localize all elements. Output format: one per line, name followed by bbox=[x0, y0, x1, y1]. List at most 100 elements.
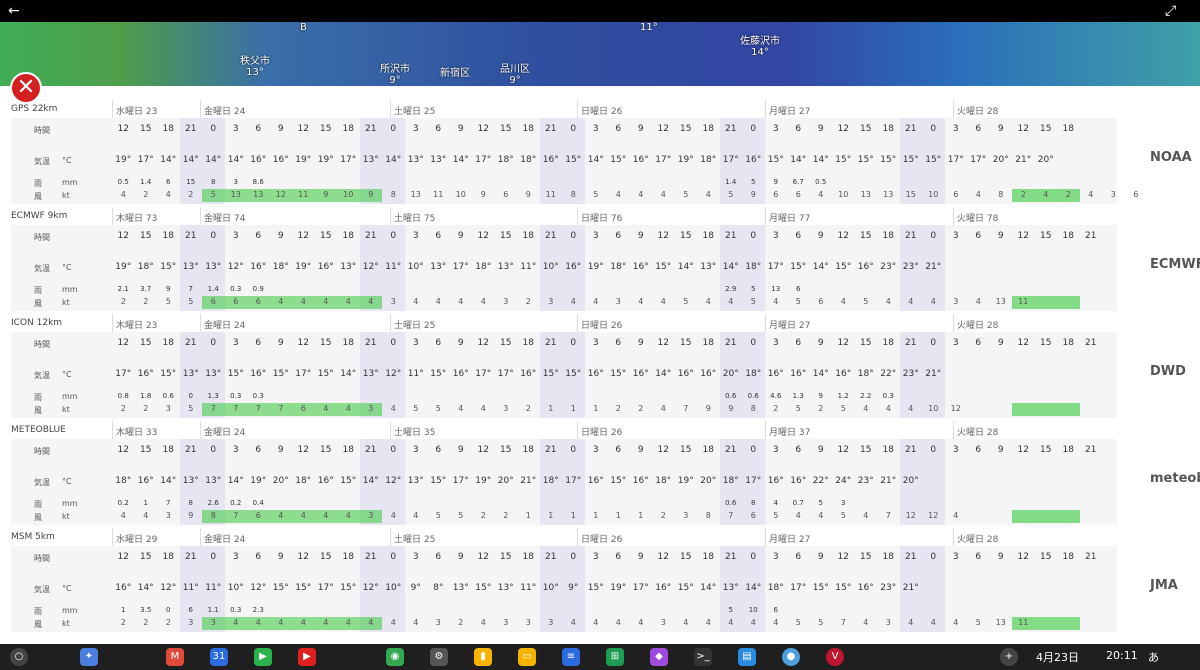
hour-cell: 21 bbox=[905, 231, 917, 241]
hour-cell: 6 bbox=[615, 338, 622, 348]
hour-cell: 3 bbox=[232, 445, 239, 455]
play-store-icon[interactable]: ▶ bbox=[254, 648, 272, 666]
weather-map[interactable]: B 秩父市 13° 所沢市 9° 新宿区 品川区 9° 11° 佐藤沢市 14° bbox=[0, 22, 1200, 86]
wind-speed: 9 bbox=[705, 404, 711, 413]
wind-speed: 4 bbox=[390, 618, 396, 627]
hour-cell: 6 bbox=[255, 231, 262, 241]
rain-amount: 0.2 bbox=[117, 499, 129, 507]
hour-cell: 15 bbox=[860, 445, 872, 455]
row-label-rain-a: 雨 bbox=[34, 607, 42, 616]
rain-amount: 0.6 bbox=[162, 392, 174, 400]
ime-indicator[interactable]: あ bbox=[1148, 649, 1159, 665]
temperature-cell: 19° bbox=[295, 155, 312, 165]
fullscreen-icon[interactable]: ⤢ bbox=[1165, 2, 1176, 20]
forecast-grid[interactable]: 時間 気温 °C 雨 mm 風 kt 12 15 18 21 0 3 6 9 12 15 18 21 0 3 6 9 12 15… bbox=[11, 118, 1138, 204]
calendar-icon[interactable]: 31 bbox=[210, 648, 228, 666]
maps-icon[interactable]: ◉ bbox=[386, 648, 404, 666]
wind-speed: 6 bbox=[795, 190, 801, 199]
hour-cell: 0 bbox=[210, 231, 217, 241]
temperature-cell: 15° bbox=[835, 583, 852, 593]
browser-icon[interactable]: ● bbox=[782, 648, 800, 666]
wind-speed: 1 bbox=[615, 511, 621, 520]
temperature-cell: 16° bbox=[272, 155, 289, 165]
wind-speed: 2 bbox=[165, 618, 171, 627]
rain-amount: 5 bbox=[728, 606, 733, 614]
wind-speed: 1 bbox=[593, 511, 599, 520]
wind-speed: 15 bbox=[905, 190, 916, 199]
sheets-icon[interactable]: ⊞ bbox=[606, 648, 624, 666]
forecast-grid[interactable]: 時間 気温 °C 雨 mm 風 kt 12 15 18 21 0 3 6 9 12 15 18 21 0 3 6 9 12 15… bbox=[11, 332, 1117, 418]
temperature-cell: 15° bbox=[317, 369, 334, 379]
day-header: 金曜日 24 bbox=[204, 321, 246, 331]
terminal-icon[interactable]: >_ bbox=[694, 648, 712, 666]
launcher-icon[interactable]: ○ bbox=[10, 648, 28, 666]
row-label-temp-a: 気温 bbox=[34, 264, 50, 273]
wind-speed: 4 bbox=[368, 618, 374, 627]
temperature-cell: 17° bbox=[452, 476, 469, 486]
hour-cell: 21 bbox=[545, 338, 557, 348]
temperature-cell: 21° bbox=[902, 583, 919, 593]
app-icon[interactable]: V bbox=[826, 648, 844, 666]
back-arrow-icon[interactable]: ← bbox=[8, 2, 20, 20]
gmail-icon[interactable]: M bbox=[166, 648, 184, 666]
temperature-cell: 10° bbox=[227, 583, 244, 593]
wind-speed: 3 bbox=[368, 404, 374, 413]
wind-speed: 4 bbox=[435, 297, 441, 306]
hour-cell: 3 bbox=[772, 231, 779, 241]
temperature-cell: 15° bbox=[227, 369, 244, 379]
add-icon[interactable]: + bbox=[1000, 648, 1018, 666]
hour-cell: 9 bbox=[637, 124, 644, 134]
hour-cell: 9 bbox=[817, 231, 824, 241]
hour-cell: 15 bbox=[680, 445, 692, 455]
wind-speed: 7 bbox=[210, 404, 216, 413]
hour-cell: 3 bbox=[952, 445, 959, 455]
temperature-cell: 20° bbox=[722, 369, 739, 379]
files-icon[interactable]: ▤ bbox=[738, 648, 756, 666]
taskbar-time[interactable]: 20:11 bbox=[1106, 649, 1138, 662]
forecast-grid[interactable]: 時間 気温 °C 雨 mm 風 kt 12 15 18 21 0 3 6 9 12 15 18 21 0 3 6 9 12 15… bbox=[11, 546, 1117, 632]
temperature-cell: 15° bbox=[565, 155, 582, 165]
wind-speed: 3 bbox=[953, 297, 959, 306]
temperature-cell: 15° bbox=[340, 583, 357, 593]
close-button[interactable]: ✕ bbox=[10, 72, 42, 104]
hour-cell: 18 bbox=[882, 338, 894, 348]
assistant-icon[interactable]: ✦ bbox=[80, 648, 98, 666]
rain-amount: 1.1 bbox=[207, 606, 219, 614]
hour-cell: 12 bbox=[837, 552, 849, 562]
temperature-cell: 20° bbox=[272, 476, 289, 486]
hour-cell: 15 bbox=[680, 338, 692, 348]
wind-speed: 4 bbox=[413, 511, 419, 520]
store-icon[interactable]: ◆ bbox=[650, 648, 668, 666]
forecast-grid[interactable]: 時間 気温 °C 雨 mm 風 kt 12 15 18 21 0 3 6 9 12 15 18 21 0 3 6 9 12 15… bbox=[11, 225, 1117, 311]
forecast-grid[interactable]: 時間 気温 °C 雨 mm 風 kt 12 15 18 21 0 3 6 9 12 15 18 21 0 3 6 9 12 15… bbox=[11, 439, 1117, 525]
hour-cell: 12 bbox=[117, 231, 129, 241]
wind-speed: 8 bbox=[998, 190, 1004, 199]
temperature-cell: 17° bbox=[137, 155, 154, 165]
settings-icon[interactable]: ⚙ bbox=[430, 648, 448, 666]
taskbar-date[interactable]: 4月23日 bbox=[1036, 649, 1079, 665]
hour-cell: 0 bbox=[570, 231, 577, 241]
temperature-cell: 15° bbox=[880, 155, 897, 165]
keep-icon[interactable]: ▮ bbox=[474, 648, 492, 666]
rain-amount: 2.2 bbox=[860, 392, 872, 400]
wind-speed: 5 bbox=[840, 404, 846, 413]
wind-speed: 2 bbox=[660, 511, 666, 520]
wind-speed: 4 bbox=[660, 404, 666, 413]
temperature-cell: 13° bbox=[205, 369, 222, 379]
wind-speed: 6 bbox=[255, 511, 261, 520]
slides-icon[interactable]: ▭ bbox=[518, 648, 536, 666]
hour-cell: 3 bbox=[232, 124, 239, 134]
wind-speed: 3 bbox=[503, 297, 509, 306]
wind-speed: 11 bbox=[1018, 297, 1029, 306]
wind-speed: 10 bbox=[838, 190, 849, 199]
docs-icon[interactable]: ≡ bbox=[562, 648, 580, 666]
row-label-wind-b: kt bbox=[62, 619, 70, 628]
hour-cell: 6 bbox=[435, 338, 442, 348]
wind-speed: 5 bbox=[728, 190, 734, 199]
wind-speed: 4 bbox=[908, 618, 914, 627]
hour-cell: 18 bbox=[162, 552, 174, 562]
temperature-cell: 16° bbox=[317, 476, 334, 486]
youtube-icon[interactable]: ▶ bbox=[298, 648, 316, 666]
wind-speed: 2 bbox=[120, 404, 126, 413]
hour-cell: 21 bbox=[365, 338, 377, 348]
